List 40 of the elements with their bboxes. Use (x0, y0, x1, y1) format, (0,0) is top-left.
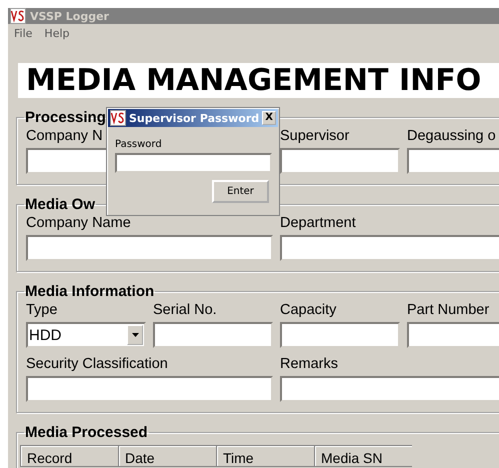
field-label: Security Classification (26, 356, 168, 374)
text-input[interactable] (280, 376, 499, 402)
banner-title: MEDIA MANAGEMENT INFO (26, 63, 482, 98)
text-input[interactable] (407, 322, 499, 348)
field-label: Company Name (26, 215, 131, 233)
field-label: Company N (26, 128, 103, 146)
column-header[interactable]: Media SN (314, 445, 412, 467)
menu-item[interactable]: File (14, 27, 32, 40)
text-input[interactable] (280, 322, 400, 348)
password-label: Password (115, 139, 163, 150)
text-input[interactable] (26, 235, 273, 261)
type-dropdown[interactable]: HDD (26, 322, 146, 348)
group-title: Media Processed (24, 424, 149, 441)
dialog-title: Supervisor Password (129, 112, 260, 124)
window-title: VSSP Logger (30, 10, 109, 22)
text-input[interactable] (26, 376, 273, 402)
column-header[interactable]: Time (216, 445, 314, 467)
field-label: Part Number (407, 302, 490, 320)
column-header[interactable]: Record (20, 445, 118, 467)
field-label: Department (280, 215, 356, 233)
app-logo-icon (10, 8, 26, 24)
field-label: Serial No. (153, 302, 217, 320)
close-button[interactable]: X (262, 111, 276, 125)
column-header[interactable]: Date (118, 445, 216, 467)
group-title: Media Information (24, 283, 156, 300)
password-input[interactable] (115, 153, 272, 173)
enter-button[interactable]: Enter (212, 180, 269, 203)
field-label: Remarks (280, 356, 338, 374)
text-input[interactable] (153, 322, 273, 348)
text-input[interactable] (280, 148, 400, 174)
app-logo-icon (110, 110, 126, 126)
text-input[interactable] (280, 235, 499, 261)
group-title: Media Ow (24, 196, 96, 213)
field-label: Type (26, 302, 58, 320)
group-title: Processing (24, 109, 107, 126)
menu-item[interactable]: Help (44, 27, 70, 40)
field-label: Degaussing o (407, 128, 496, 146)
text-input[interactable] (407, 148, 499, 174)
field-label: Capacity (280, 302, 336, 320)
field-label: Supervisor (280, 128, 350, 146)
